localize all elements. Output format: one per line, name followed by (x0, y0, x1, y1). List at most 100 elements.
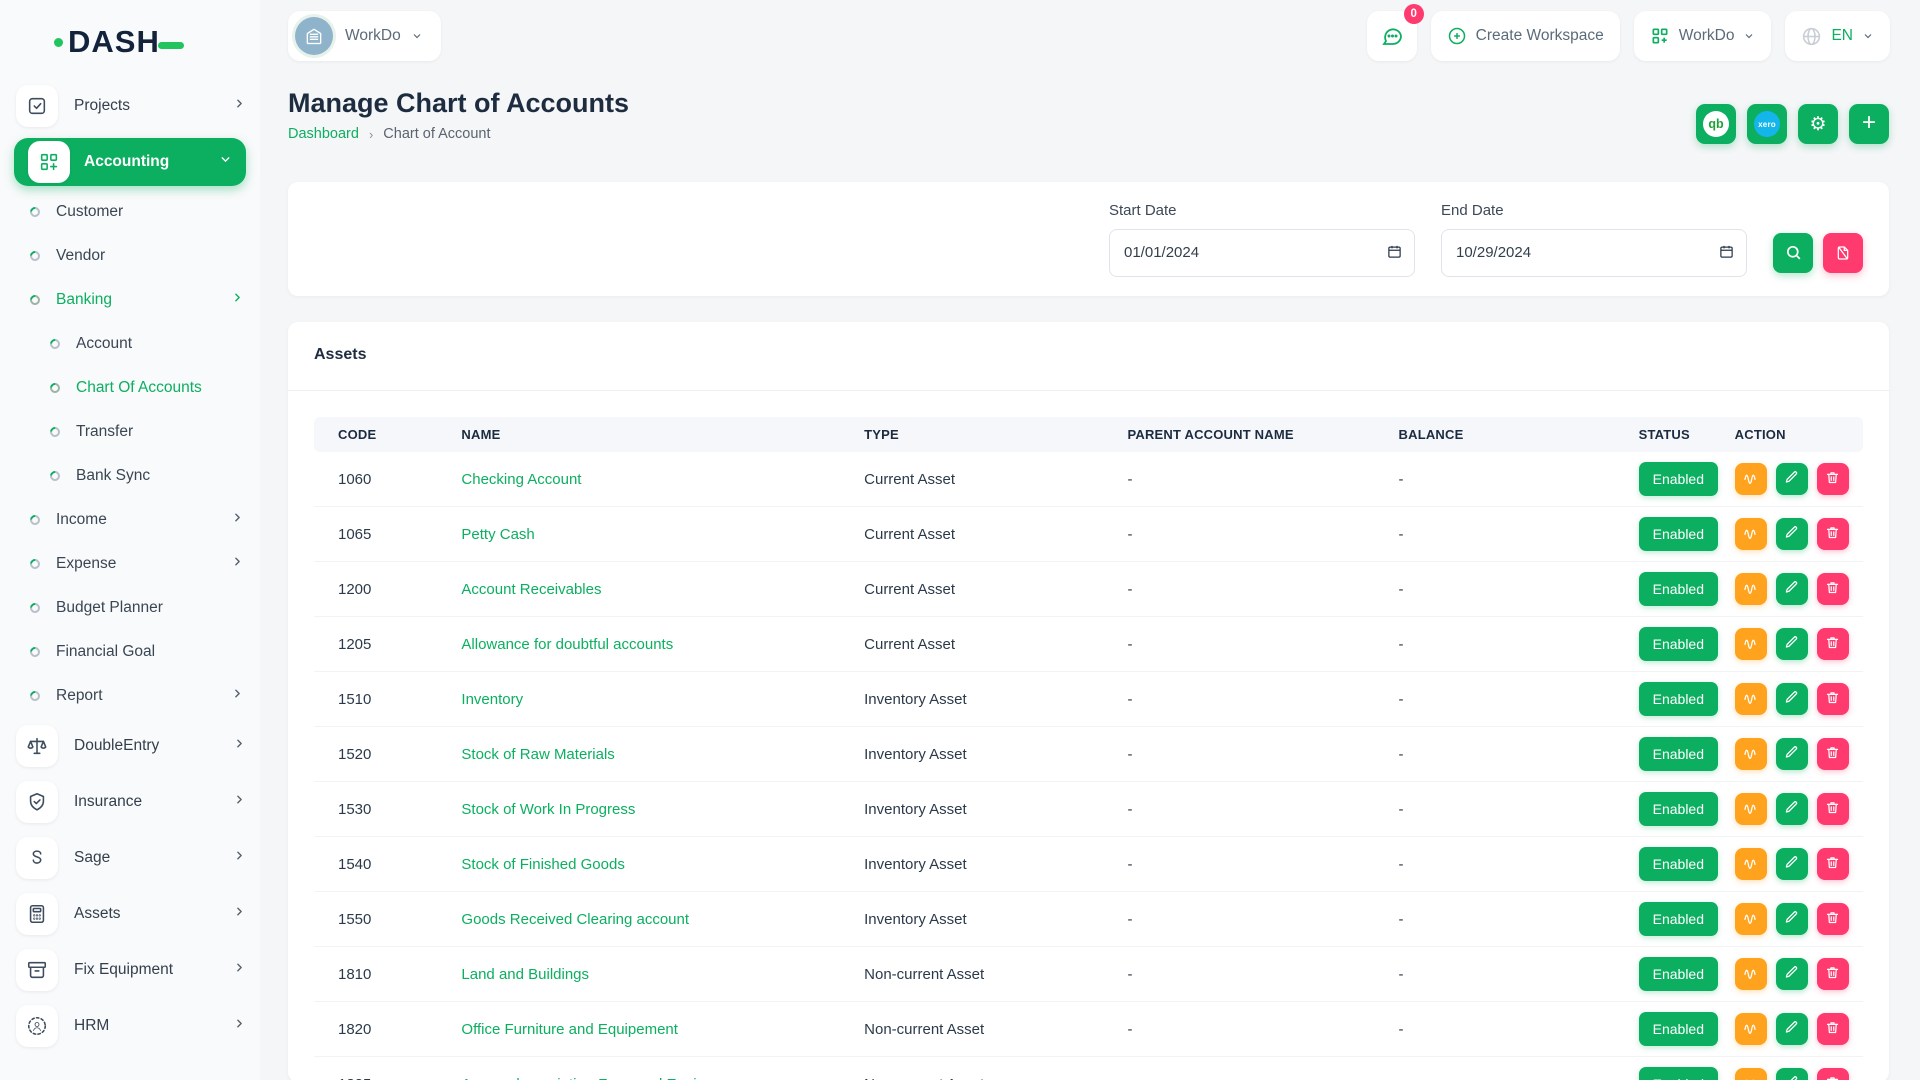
reset-filter-button[interactable] (1823, 233, 1863, 273)
create-workspace-button[interactable]: Create Workspace (1431, 11, 1620, 61)
sidebar-item-customer[interactable]: Customer (0, 190, 260, 234)
account-name-link[interactable]: Petty Cash (461, 526, 534, 543)
view-transactions-button[interactable] (1735, 958, 1767, 990)
cell-action (1727, 947, 1863, 1002)
sidebar-item-income[interactable]: Income (0, 498, 260, 542)
account-name-link[interactable]: Accum.depreciation-Furn. and Equip (461, 1076, 704, 1080)
edit-account-button[interactable] (1776, 628, 1808, 660)
delete-account-button[interactable] (1817, 1068, 1849, 1080)
status-enabled-button[interactable]: Enabled (1639, 462, 1718, 496)
account-name-link[interactable]: Goods Received Clearing account (461, 911, 689, 928)
edit-account-button[interactable] (1776, 573, 1808, 605)
edit-account-button[interactable] (1776, 1013, 1808, 1045)
edit-account-button[interactable] (1776, 683, 1808, 715)
settings-button[interactable]: ⚙ (1798, 104, 1838, 144)
status-enabled-button[interactable]: Enabled (1639, 902, 1718, 936)
edit-account-button[interactable] (1776, 738, 1808, 770)
view-transactions-button[interactable] (1735, 518, 1767, 550)
account-name-link[interactable]: Land and Buildings (461, 966, 589, 983)
view-transactions-button[interactable] (1735, 1013, 1767, 1045)
sidebar-item-banking[interactable]: Banking (0, 278, 260, 322)
view-transactions-button[interactable] (1735, 683, 1767, 715)
delete-account-button[interactable] (1817, 573, 1849, 605)
delete-account-button[interactable] (1817, 463, 1849, 495)
account-name-link[interactable]: Checking Account (461, 471, 581, 488)
edit-account-button[interactable] (1776, 1068, 1808, 1080)
workspace-selector[interactable]: WorkDo (288, 11, 441, 61)
view-transactions-button[interactable] (1735, 793, 1767, 825)
edit-account-button[interactable] (1776, 903, 1808, 935)
sidebar-item-financial-goal[interactable]: Financial Goal (0, 630, 260, 674)
view-transactions-button[interactable] (1735, 903, 1767, 935)
sidebar-item-projects[interactable]: Projects (0, 78, 260, 134)
status-enabled-button[interactable]: Enabled (1639, 737, 1718, 771)
edit-account-button[interactable] (1776, 848, 1808, 880)
edit-account-button[interactable] (1776, 518, 1808, 550)
bullet-ring-icon (28, 249, 42, 263)
chevron-right-icon (233, 961, 246, 979)
status-enabled-button[interactable]: Enabled (1639, 957, 1718, 991)
add-account-button[interactable]: + (1849, 104, 1889, 144)
sidebar-item-sage[interactable]: Sage (0, 830, 260, 886)
sidebar-item-vendor[interactable]: Vendor (0, 234, 260, 278)
status-enabled-button[interactable]: Enabled (1639, 1012, 1718, 1046)
status-enabled-button[interactable]: Enabled (1639, 517, 1718, 551)
delete-account-button[interactable] (1817, 958, 1849, 990)
accounts-table: CODENAMETYPEPARENT ACCOUNT NAMEBALANCEST… (314, 417, 1863, 1080)
language-dropdown[interactable]: EN (1785, 11, 1890, 61)
sidebar-item-doubleentry[interactable]: DoubleEntry (0, 718, 260, 774)
view-transactions-button[interactable] (1735, 573, 1767, 605)
account-name-link[interactable]: Inventory (461, 691, 523, 708)
sidebar-item-report[interactable]: Report (0, 674, 260, 718)
sidebar-item-hrm[interactable]: HRM (0, 998, 260, 1054)
view-transactions-button[interactable] (1735, 463, 1767, 495)
edit-account-button[interactable] (1776, 463, 1808, 495)
status-enabled-button[interactable]: Enabled (1639, 1067, 1718, 1080)
page-title: Manage Chart of Accounts (288, 86, 629, 120)
breadcrumb-dashboard-link[interactable]: Dashboard (288, 126, 359, 142)
messages-button[interactable]: 0 (1367, 11, 1417, 61)
delete-account-button[interactable] (1817, 518, 1849, 550)
edit-account-button[interactable] (1776, 793, 1808, 825)
sidebar-item-budget-planner[interactable]: Budget Planner (0, 586, 260, 630)
delete-account-button[interactable] (1817, 683, 1849, 715)
sidebar-item-assets[interactable]: Assets (0, 886, 260, 942)
sidebar-item-bank-sync[interactable]: Bank Sync (0, 454, 260, 498)
account-name-link[interactable]: Stock of Work In Progress (461, 801, 635, 818)
delete-account-button[interactable] (1817, 793, 1849, 825)
account-name-link[interactable]: Stock of Raw Materials (461, 746, 614, 763)
status-enabled-button[interactable]: Enabled (1639, 847, 1718, 881)
sidebar-item-expense[interactable]: Expense (0, 542, 260, 586)
delete-account-button[interactable] (1817, 1013, 1849, 1045)
sidebar-item-account[interactable]: Account (0, 322, 260, 366)
sidebar-item-transfer[interactable]: Transfer (0, 410, 260, 454)
view-transactions-button[interactable] (1735, 1068, 1767, 1080)
status-enabled-button[interactable]: Enabled (1639, 572, 1718, 606)
delete-account-button[interactable] (1817, 903, 1849, 935)
end-date-input[interactable] (1441, 229, 1747, 277)
account-name-link[interactable]: Office Furniture and Equipement (461, 1021, 678, 1038)
delete-account-button[interactable] (1817, 738, 1849, 770)
apply-filter-button[interactable] (1773, 233, 1813, 273)
edit-account-button[interactable] (1776, 958, 1808, 990)
account-name-link[interactable]: Account Receivables (461, 581, 601, 598)
status-enabled-button[interactable]: Enabled (1639, 682, 1718, 716)
status-enabled-button[interactable]: Enabled (1639, 627, 1718, 661)
start-date-input[interactable] (1109, 229, 1415, 277)
account-name-link[interactable]: Allowance for doubtful accounts (461, 636, 673, 653)
account-name-link[interactable]: Stock of Finished Goods (461, 856, 624, 873)
column-header-balance: BALANCE (1391, 417, 1631, 452)
view-transactions-button[interactable] (1735, 628, 1767, 660)
sidebar-item-fix-equipment[interactable]: Fix Equipment (0, 942, 260, 998)
quickbooks-button[interactable]: qb (1696, 104, 1736, 144)
sidebar-item-insurance[interactable]: Insurance (0, 774, 260, 830)
xero-button[interactable]: xero (1747, 104, 1787, 144)
delete-account-button[interactable] (1817, 628, 1849, 660)
view-transactions-button[interactable] (1735, 848, 1767, 880)
sidebar-item-accounting[interactable]: Accounting (14, 138, 246, 186)
view-transactions-button[interactable] (1735, 738, 1767, 770)
status-enabled-button[interactable]: Enabled (1639, 792, 1718, 826)
app-switcher-dropdown[interactable]: WorkDo (1634, 11, 1772, 61)
sidebar-item-chart-of-accounts[interactable]: Chart Of Accounts (0, 366, 260, 410)
delete-account-button[interactable] (1817, 848, 1849, 880)
